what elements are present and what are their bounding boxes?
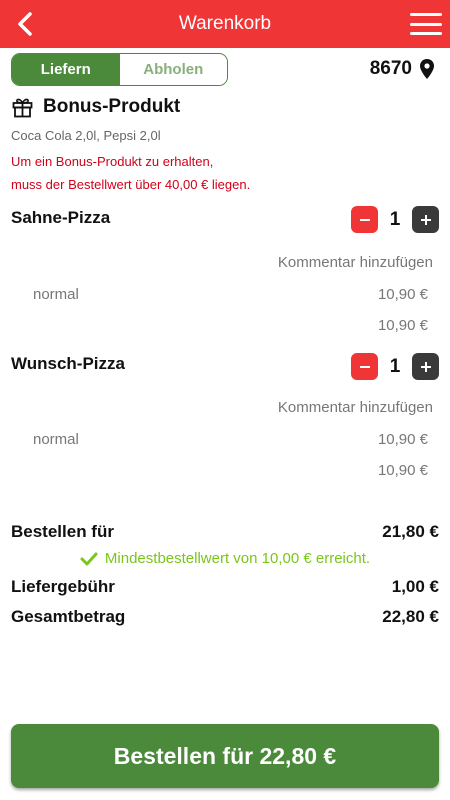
min-order-message: Mindestbestellwert von 10,00 € erreicht.	[104, 550, 371, 567]
plus-icon	[420, 361, 431, 372]
cart-item-name: Wunsch-Pizza	[11, 354, 125, 373]
bonus-items: Coca Cola 2,0l, Pepsi 2,0l	[11, 128, 161, 143]
cart-item-name: Sahne-Pizza	[11, 208, 111, 227]
increase-quantity-button[interactable]	[412, 206, 439, 233]
gift-icon	[12, 98, 33, 117]
hamburger-menu-icon[interactable]	[410, 10, 442, 38]
delivery-fee-label: Liefergebühr	[11, 577, 115, 596]
top-app-bar: Warenkorb	[0, 0, 450, 48]
add-comment-link[interactable]: Kommentar hinzufügen	[278, 254, 433, 271]
location-pin-icon	[420, 59, 434, 79]
place-order-button[interactable]: Bestellen für 22,80 €	[11, 724, 439, 788]
item-variant: normal	[33, 431, 79, 448]
total-label: Gesamtbetrag	[11, 607, 126, 626]
bonus-header: Bonus-Produkt	[12, 96, 180, 118]
bonus-title: Bonus-Produkt	[43, 96, 181, 117]
min-order-status: Mindestbestellwert von 10,00 € erreicht.	[0, 550, 450, 567]
minus-icon	[359, 365, 370, 368]
quantity-stepper: 1	[351, 353, 439, 380]
item-total-price: 10,90 €	[377, 462, 428, 479]
tab-pickup[interactable]: Abholen	[119, 54, 227, 85]
total-value: 22,80 €	[382, 607, 439, 626]
delivery-mode-toggle: Liefern Abholen	[11, 53, 228, 86]
decrease-quantity-button[interactable]	[351, 206, 378, 233]
decrease-quantity-button[interactable]	[351, 353, 378, 380]
delivery-location[interactable]: 8670	[370, 58, 434, 80]
item-variant: normal	[33, 286, 79, 303]
variant-price: 10,90 €	[377, 431, 428, 448]
variant-price: 10,90 €	[377, 286, 428, 303]
subtotal-label: Bestellen für	[11, 522, 114, 541]
quantity-value: 1	[389, 355, 401, 377]
item-total-price: 10,90 €	[377, 317, 428, 334]
bonus-requirement-note: Um ein Bonus-Produkt zu erhalten, muss d…	[11, 154, 251, 192]
plus-icon	[420, 214, 431, 225]
checkmark-icon	[80, 552, 98, 565]
subtotal-value: 21,80 €	[382, 522, 439, 541]
delivery-fee-value: 1,00 €	[391, 577, 439, 596]
add-comment-link[interactable]: Kommentar hinzufügen	[278, 399, 433, 416]
minus-icon	[359, 218, 370, 221]
quantity-stepper: 1	[351, 206, 439, 233]
quantity-value: 1	[389, 208, 401, 230]
page-title: Warenkorb	[178, 13, 272, 34]
increase-quantity-button[interactable]	[412, 353, 439, 380]
zip-code: 8670	[369, 58, 412, 79]
tab-delivery[interactable]: Liefern	[12, 54, 120, 85]
